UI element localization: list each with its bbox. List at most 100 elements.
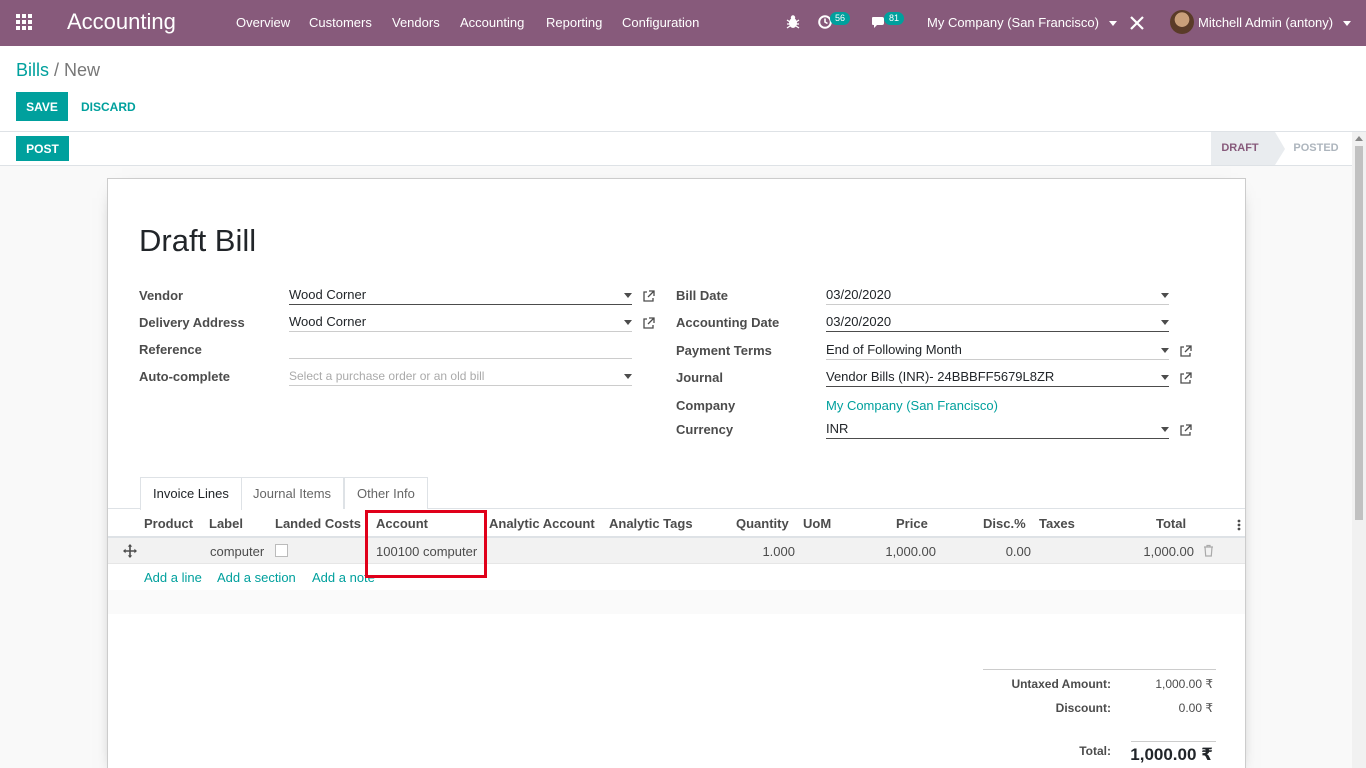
discard-button[interactable]: Discard xyxy=(81,100,136,114)
delivery-address-label: Delivery Address xyxy=(139,315,245,330)
company-link[interactable]: My Company (San Francisco) xyxy=(826,398,998,413)
journal-field[interactable]: Vendor Bills (INR)- 24BBBFF5679L8ZR xyxy=(826,367,1169,387)
payment-terms-external-link-icon[interactable] xyxy=(1179,345,1192,358)
vendor-dropdown-icon[interactable] xyxy=(624,293,632,298)
bill-date-dropdown-icon[interactable] xyxy=(1161,293,1169,298)
breadcrumb: Bills / New xyxy=(16,60,100,81)
journal-external-link-icon[interactable] xyxy=(1179,372,1192,385)
accounting-date-dropdown-icon[interactable] xyxy=(1161,320,1169,325)
menu-reporting[interactable]: Reporting xyxy=(546,15,602,30)
col-analytic-account[interactable]: Analytic Account xyxy=(489,516,595,531)
delivery-address-dropdown-icon[interactable] xyxy=(624,320,632,325)
delivery-address-external-link-icon[interactable] xyxy=(642,317,655,330)
menu-vendors[interactable]: Vendors xyxy=(392,15,440,30)
journal-dropdown-icon[interactable] xyxy=(1161,375,1169,380)
caret-down-icon xyxy=(1342,21,1351,27)
activity-count-badge: 56 xyxy=(830,12,851,25)
payment-terms-field[interactable]: End of Following Month xyxy=(826,340,1169,360)
reference-input[interactable] xyxy=(289,339,632,359)
cell-discount[interactable]: 0.00 xyxy=(1006,544,1031,559)
optional-columns-kebab-icon[interactable] xyxy=(1237,519,1241,531)
col-analytic-tags[interactable]: Analytic Tags xyxy=(609,516,693,531)
vendor-field[interactable]: Wood Corner xyxy=(289,285,632,305)
auto-complete-dropdown-icon[interactable] xyxy=(624,374,632,379)
untaxed-amount-value: 1,000.00 ₹ xyxy=(1155,677,1213,691)
breadcrumb-separator: / xyxy=(54,60,60,80)
apps-menu-icon[interactable] xyxy=(16,14,34,32)
currency-dropdown-icon[interactable] xyxy=(1161,427,1169,432)
col-discount[interactable]: Disc.% xyxy=(983,516,1026,531)
scroll-up-arrow-icon[interactable] xyxy=(1355,136,1363,141)
invoice-lines-header: Product Label Landed Costs Account Analy… xyxy=(108,510,1245,538)
currency-external-link-icon[interactable] xyxy=(1179,424,1192,437)
col-price[interactable]: Price xyxy=(896,516,928,531)
total-label: Total: xyxy=(1079,744,1111,758)
vendor-external-link-icon[interactable] xyxy=(642,290,655,303)
menu-accounting[interactable]: Accounting xyxy=(460,15,524,30)
cell-quantity[interactable]: 1.000 xyxy=(762,544,795,559)
drag-handle-icon[interactable] xyxy=(123,544,137,558)
add-lines-controls: Add a line Add a section Add a note xyxy=(108,564,1245,590)
company-switcher[interactable]: My Company (San Francisco) xyxy=(927,15,1117,30)
menu-configuration[interactable]: Configuration xyxy=(622,15,699,30)
account-column-highlight xyxy=(365,510,487,578)
col-uom[interactable]: UoM xyxy=(803,516,831,531)
post-button[interactable]: Post xyxy=(16,136,69,161)
status-draft[interactable]: Draft xyxy=(1211,132,1285,165)
company-label: Company xyxy=(676,398,736,413)
col-taxes[interactable]: Taxes xyxy=(1039,516,1075,531)
form-sheet: Draft Bill Vendor Wood Corner Delivery A… xyxy=(107,178,1246,768)
tab-other-info[interactable]: Other Info xyxy=(344,477,428,509)
bill-title: Draft Bill xyxy=(139,223,257,258)
user-avatar[interactable] xyxy=(1170,10,1194,34)
col-total[interactable]: Total xyxy=(1156,516,1186,531)
debug-bug-icon[interactable] xyxy=(786,14,800,30)
bill-date-label: Bill Date xyxy=(676,288,729,303)
col-label[interactable]: Label xyxy=(209,516,243,531)
add-section-link[interactable]: Add a section xyxy=(217,570,296,585)
empty-row xyxy=(108,590,1245,614)
breadcrumb-bills-link[interactable]: Bills xyxy=(16,60,49,80)
cell-total[interactable]: 1,000.00 xyxy=(1143,544,1194,559)
tab-invoice-lines[interactable]: Invoice Lines xyxy=(140,477,242,510)
status-posted[interactable]: Posted xyxy=(1286,132,1346,165)
notebook-tabs: Invoice Lines Journal Items Other Info xyxy=(108,477,1245,510)
landed-costs-checkbox[interactable] xyxy=(275,544,288,557)
cell-price[interactable]: 1,000.00 xyxy=(885,544,936,559)
top-navbar: Accounting Overview Customers Vendors Ac… xyxy=(0,0,1366,46)
auto-complete-field[interactable]: Select a purchase order or an old bill xyxy=(289,366,632,386)
table-row[interactable]: computer 100100 computer 1.000 1,000.00 … xyxy=(108,538,1245,564)
journal-value: Vendor Bills (INR)- 24BBBFF5679L8ZR xyxy=(826,369,1055,384)
auto-complete-placeholder: Select a purchase order or an old bill xyxy=(289,369,485,383)
col-product[interactable]: Product xyxy=(144,516,193,531)
user-menu[interactable]: Mitchell Admin (antony) xyxy=(1198,15,1351,30)
messages-count-badge: 81 xyxy=(884,12,905,25)
menu-customers[interactable]: Customers xyxy=(309,15,372,30)
currency-field[interactable]: INR xyxy=(826,419,1169,439)
menu-overview[interactable]: Overview xyxy=(236,15,290,30)
delete-trash-icon[interactable] xyxy=(1203,544,1214,557)
discount-value: 0.00 ₹ xyxy=(1178,701,1213,715)
auto-complete-label: Auto-complete xyxy=(139,369,230,384)
bill-date-field[interactable]: 03/20/2020 xyxy=(826,285,1169,305)
scrollbar-thumb[interactable] xyxy=(1355,146,1363,520)
reference-label: Reference xyxy=(139,342,202,357)
col-quantity[interactable]: Quantity xyxy=(736,516,789,531)
breadcrumb-current: New xyxy=(64,60,101,80)
accounting-date-label: Accounting Date xyxy=(676,315,780,330)
payment-terms-dropdown-icon[interactable] xyxy=(1161,348,1169,353)
cell-label[interactable]: computer xyxy=(210,544,264,559)
save-button[interactable]: Save xyxy=(16,92,68,121)
add-line-link[interactable]: Add a line xyxy=(144,570,202,585)
col-landed-costs[interactable]: Landed Costs xyxy=(275,516,361,531)
control-panel: Bills / New Save Discard xyxy=(0,46,1366,132)
page-scrollbar[interactable] xyxy=(1352,132,1366,768)
delivery-address-field[interactable]: Wood Corner xyxy=(289,312,632,332)
journal-label: Journal xyxy=(676,370,723,385)
tools-close-icon[interactable] xyxy=(1130,16,1144,30)
tab-journal-items[interactable]: Journal Items xyxy=(240,477,345,509)
app-title: Accounting xyxy=(67,9,176,34)
accounting-date-value: 03/20/2020 xyxy=(826,314,892,329)
grand-total-divider xyxy=(1131,741,1216,742)
accounting-date-field[interactable]: 03/20/2020 xyxy=(826,312,1169,332)
